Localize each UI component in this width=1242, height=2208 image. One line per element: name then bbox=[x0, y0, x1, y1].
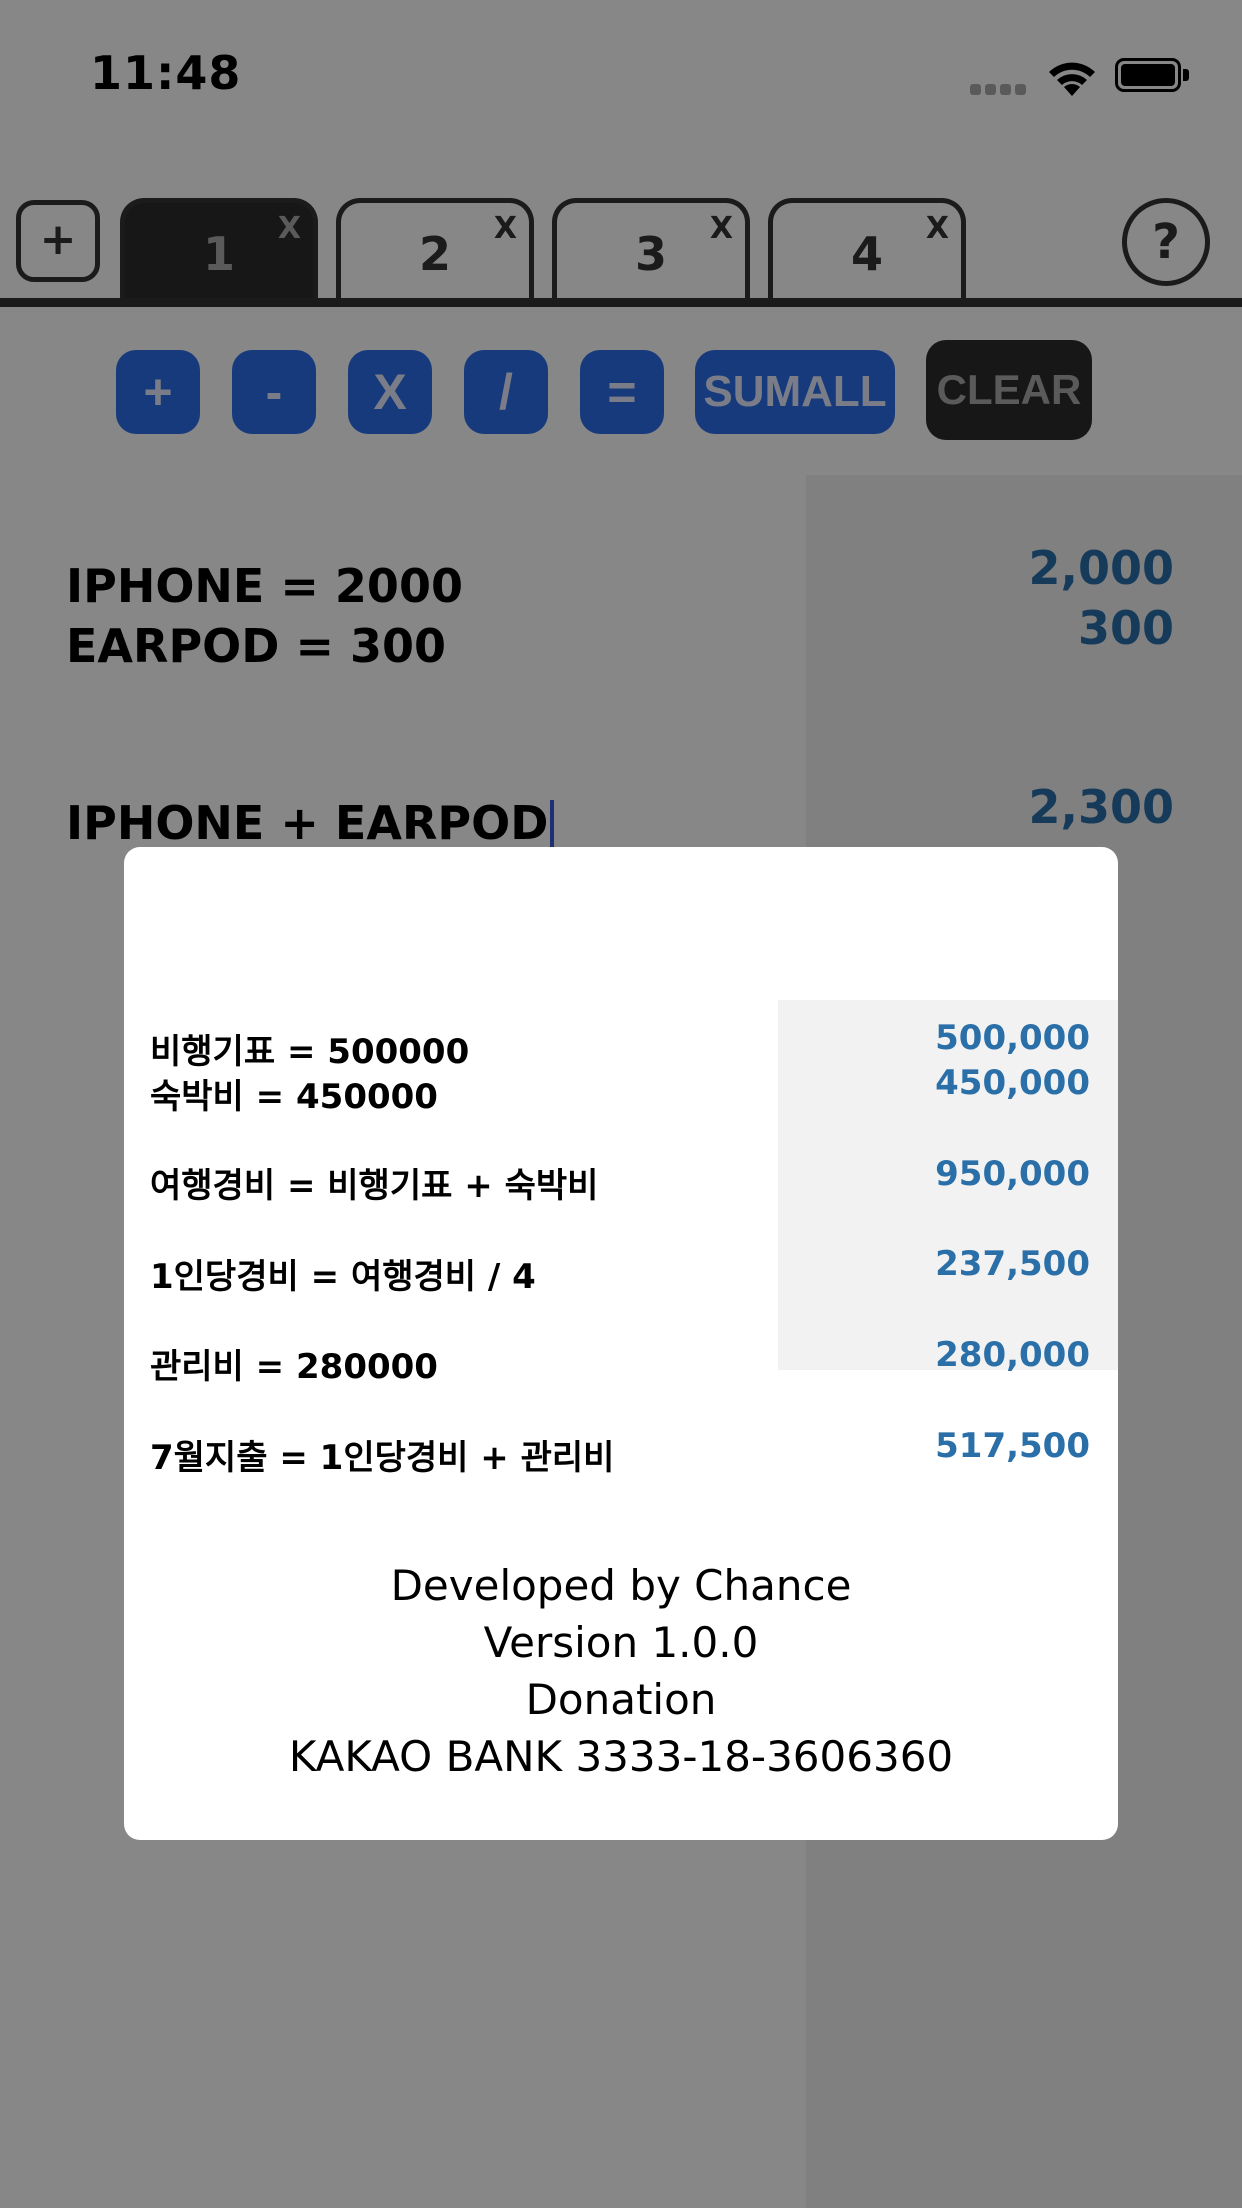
example-result: 450,000 bbox=[935, 1063, 1090, 1103]
example-expression: 숙박비 = 450000 bbox=[150, 1077, 438, 1117]
donation-text: Donation bbox=[525, 1675, 717, 1724]
example-result: 237,500 bbox=[935, 1244, 1090, 1284]
example-expression: 관리비 = 280000 bbox=[150, 1347, 438, 1387]
example-expression: 1인당경비 = 여행경비 / 4 bbox=[150, 1257, 536, 1297]
example-result: 280,000 bbox=[935, 1335, 1090, 1375]
version-text: Version 1.0.0 bbox=[483, 1618, 759, 1667]
developer-text: Developed by Chance bbox=[390, 1561, 852, 1610]
example-result: 517,500 bbox=[935, 1426, 1090, 1466]
example-expression: 7월지출 = 1인당경비 + 관리비 bbox=[150, 1438, 615, 1478]
example-expression: 여행경비 = 비행기표 + 숙박비 bbox=[150, 1166, 599, 1206]
credits: Developed by Chance Version 1.0.0 Donati… bbox=[124, 1557, 1118, 1785]
example-result: 500,000 bbox=[935, 1018, 1090, 1058]
help-dialog[interactable]: 비행기표 = 500000 숙박비 = 450000 여행경비 = 비행기표 +… bbox=[124, 847, 1118, 1840]
example-result: 950,000 bbox=[935, 1154, 1090, 1194]
example-expression: 비행기표 = 500000 bbox=[150, 1032, 470, 1072]
bank-account-text: KAKAO BANK 3333-18-3606360 bbox=[288, 1732, 954, 1781]
